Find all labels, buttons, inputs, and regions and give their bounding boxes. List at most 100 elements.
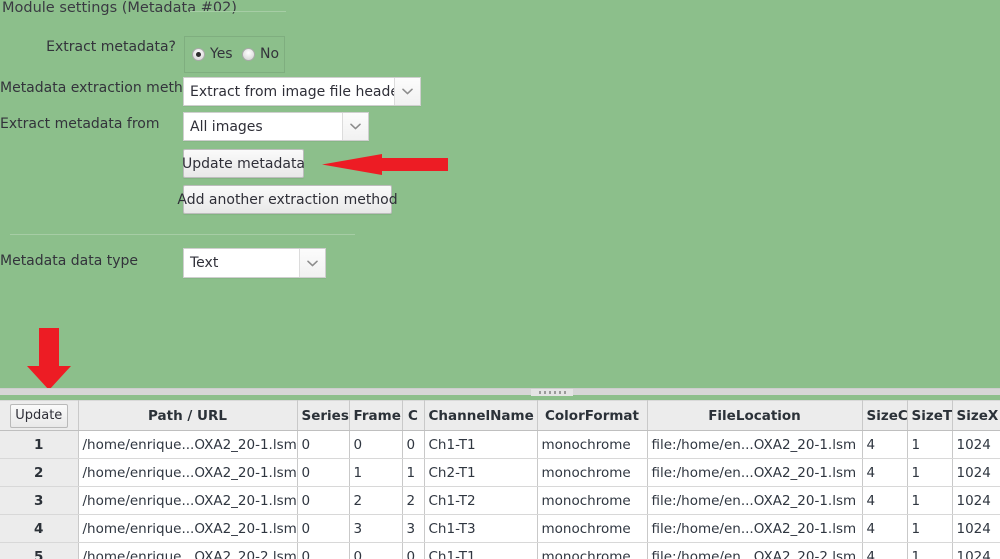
cell-colorformat[interactable]: monochrome: [537, 514, 648, 543]
panel-title: Module settings (Metadata #02): [2, 0, 237, 16]
splitter-grip-handle[interactable]: [531, 389, 573, 396]
panel-title-rule: [190, 11, 286, 12]
grip-dot: [548, 391, 551, 394]
table-update-button[interactable]: Update: [9, 403, 68, 428]
cell-frame[interactable]: 0: [349, 542, 403, 559]
table-row[interactable]: 4 /home/enrique...OXA2_20-1.lsm 0 3 3 Ch…: [0, 514, 1000, 543]
cell-filelocation[interactable]: file:/home/en...OXA2_20-1.lsm: [647, 486, 863, 515]
cell-sizec[interactable]: 4: [862, 458, 908, 487]
cell-channelname[interactable]: Ch1-T1: [424, 542, 538, 559]
radio-yes-label: Yes: [210, 46, 233, 62]
row-number[interactable]: 5: [0, 542, 79, 559]
radio-yes-circle-icon[interactable]: [192, 47, 205, 61]
cell-filelocation[interactable]: file:/home/en...OXA2_20-2.lsm: [647, 542, 863, 559]
cell-frame[interactable]: 0: [349, 430, 403, 459]
cell-colorformat[interactable]: monochrome: [537, 458, 648, 487]
metadata-table: Update Path / URL Series Frame C Channel…: [0, 400, 1000, 559]
cell-channelname[interactable]: Ch1-T2: [424, 486, 538, 515]
table-row[interactable]: 2 /home/enrique...OXA2_20-1.lsm 0 1 1 Ch…: [0, 458, 1000, 487]
cell-sizex[interactable]: 1024: [952, 542, 1000, 559]
cell-sizet[interactable]: 1: [907, 458, 953, 487]
chevron-down-icon[interactable]: [299, 249, 325, 277]
cell-series[interactable]: 0: [297, 430, 350, 459]
down-pointing-arrow-icon: [26, 328, 72, 394]
cell-path[interactable]: /home/enrique...OXA2_20-1.lsm: [78, 430, 298, 459]
table-row[interactable]: 1 /home/enrique...OXA2_20-1.lsm 0 0 0 Ch…: [0, 430, 1000, 459]
column-header-channelname[interactable]: ChannelName: [424, 400, 538, 431]
row-number[interactable]: 4: [0, 514, 79, 543]
data-type-combo[interactable]: Text: [183, 248, 326, 278]
cell-series[interactable]: 0: [297, 458, 350, 487]
radio-no[interactable]: No: [242, 46, 279, 62]
column-header-c[interactable]: C: [402, 400, 425, 431]
cell-sizex[interactable]: 1024: [952, 458, 1000, 487]
extract-metadata-radio-group: Yes No: [184, 36, 285, 73]
cell-c[interactable]: 0: [402, 542, 425, 559]
cell-path[interactable]: /home/enrique...OXA2_20-1.lsm: [78, 458, 298, 487]
row-number[interactable]: 1: [0, 430, 79, 459]
cell-frame[interactable]: 2: [349, 486, 403, 515]
cell-colorformat[interactable]: monochrome: [537, 486, 648, 515]
column-header-frame[interactable]: Frame: [349, 400, 403, 431]
table-body: 1 /home/enrique...OXA2_20-1.lsm 0 0 0 Ch…: [0, 430, 1000, 559]
row-number[interactable]: 3: [0, 486, 79, 515]
cell-c[interactable]: 2: [402, 486, 425, 515]
cell-sizec[interactable]: 4: [862, 542, 908, 559]
cell-c[interactable]: 1: [402, 458, 425, 487]
column-header-colorformat[interactable]: ColorFormat: [537, 400, 648, 431]
cell-path[interactable]: /home/enrique...OXA2_20-1.lsm: [78, 514, 298, 543]
radio-no-circle-icon[interactable]: [242, 47, 255, 61]
extract-from-combo[interactable]: All images: [183, 112, 369, 141]
update-metadata-button[interactable]: Update metadata: [182, 149, 305, 178]
cell-colorformat[interactable]: monochrome: [537, 542, 648, 559]
cell-sizec[interactable]: 4: [862, 486, 908, 515]
cell-sizex[interactable]: 1024: [952, 514, 1000, 543]
cell-sizet[interactable]: 1: [907, 542, 953, 559]
left-pointing-arrow-icon: [322, 148, 448, 185]
cell-series[interactable]: 0: [297, 514, 350, 543]
table-header-row: Update Path / URL Series Frame C Channel…: [0, 400, 1000, 431]
grip-dot: [563, 391, 566, 394]
extraction-method-label: Metadata extraction method: [0, 80, 201, 96]
cell-sizet[interactable]: 1: [907, 486, 953, 515]
chevron-down-icon[interactable]: [342, 113, 368, 140]
cell-path[interactable]: /home/enrique...OXA2_20-2.lsm: [78, 542, 298, 559]
cell-sizec[interactable]: 4: [862, 514, 908, 543]
cell-colorformat[interactable]: monochrome: [537, 430, 648, 459]
cell-filelocation[interactable]: file:/home/en...OXA2_20-1.lsm: [647, 430, 863, 459]
column-header-filelocation[interactable]: FileLocation: [647, 400, 863, 431]
cell-c[interactable]: 3: [402, 514, 425, 543]
add-extraction-method-button[interactable]: Add another extraction method: [177, 185, 398, 214]
grip-dot: [543, 391, 546, 394]
column-header-sizet[interactable]: SizeT: [907, 400, 953, 431]
table-row[interactable]: 3 /home/enrique...OXA2_20-1.lsm 0 2 2 Ch…: [0, 486, 1000, 515]
metadata-table-container[interactable]: Update Path / URL Series Frame C Channel…: [0, 400, 1000, 559]
cell-series[interactable]: 0: [297, 542, 350, 559]
cell-frame[interactable]: 3: [349, 514, 403, 543]
cell-channelname[interactable]: Ch1-T1: [424, 430, 538, 459]
cell-filelocation[interactable]: file:/home/en...OXA2_20-1.lsm: [647, 514, 863, 543]
data-type-label: Metadata data type: [0, 253, 139, 269]
radio-yes[interactable]: Yes: [192, 46, 233, 62]
cell-sizet[interactable]: 1: [907, 430, 953, 459]
extraction-method-combo[interactable]: Extract from image file headers: [183, 77, 421, 106]
row-number[interactable]: 2: [0, 458, 79, 487]
cell-path[interactable]: /home/enrique...OXA2_20-1.lsm: [78, 486, 298, 515]
cell-frame[interactable]: 1: [349, 458, 403, 487]
panel-splitter[interactable]: [0, 388, 1000, 396]
cell-sizex[interactable]: 1024: [952, 430, 1000, 459]
cell-filelocation[interactable]: file:/home/en...OXA2_20-1.lsm: [647, 458, 863, 487]
cell-sizec[interactable]: 4: [862, 430, 908, 459]
cell-channelname[interactable]: Ch1-T3: [424, 514, 538, 543]
cell-c[interactable]: 0: [402, 430, 425, 459]
chevron-down-icon[interactable]: [394, 78, 420, 105]
cell-sizex[interactable]: 1024: [952, 486, 1000, 515]
column-header-path[interactable]: Path / URL: [78, 400, 298, 431]
column-header-sizex[interactable]: SizeX: [952, 400, 1000, 431]
cell-channelname[interactable]: Ch2-T1: [424, 458, 538, 487]
cell-sizet[interactable]: 1: [907, 514, 953, 543]
table-row[interactable]: 5 /home/enrique...OXA2_20-2.lsm 0 0 0 Ch…: [0, 542, 1000, 559]
column-header-series[interactable]: Series: [297, 400, 350, 431]
cell-series[interactable]: 0: [297, 486, 350, 515]
column-header-sizec[interactable]: SizeC: [862, 400, 908, 431]
